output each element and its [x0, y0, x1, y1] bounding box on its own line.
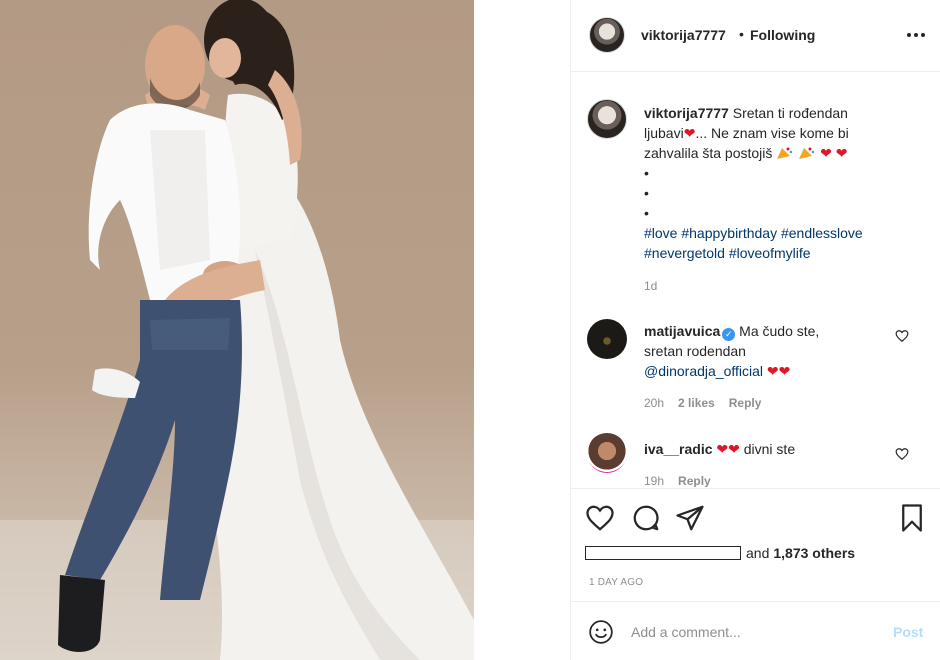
- likes-and-text: and: [746, 545, 770, 561]
- heart-emoji: ❤❤: [766, 363, 791, 379]
- post-side-panel: viktorija7777 • Following viktorija7777 …: [570, 0, 940, 660]
- comment-time[interactable]: 20h: [644, 396, 664, 410]
- emoji-smile-icon[interactable]: [588, 619, 614, 645]
- header-separator: •: [739, 26, 744, 42]
- comments-list[interactable]: viktorija7777 Sretan ti rođendan ljubavi…: [571, 73, 940, 487]
- caption-bullet: •: [644, 165, 649, 181]
- commenter-username[interactable]: iva__radic: [644, 441, 713, 457]
- author-username[interactable]: viktorija7777: [641, 27, 726, 43]
- comment-item: matijavuica ✓ Ma čudo ste, sretan rodenda…: [571, 319, 940, 419]
- heart-emoji: ❤: [835, 145, 848, 161]
- post-image[interactable]: [0, 0, 474, 660]
- comment-likes[interactable]: 2 likes: [678, 396, 715, 410]
- post-date[interactable]: 1 DAY AGO: [589, 577, 643, 588]
- caption-bullet: •: [644, 205, 649, 221]
- comment-mention[interactable]: @dinoradja_official: [644, 363, 763, 379]
- verified-badge-icon: ✓: [722, 328, 736, 341]
- heart-emoji: ❤: [820, 145, 832, 161]
- caption-line1: Sretan ti rođendan: [732, 105, 848, 121]
- post-header: viktorija7777 • Following: [571, 0, 940, 72]
- caption-line3: zahvalila šta postojiš: [644, 145, 773, 161]
- commenter-username[interactable]: matijavuica: [644, 323, 720, 339]
- add-comment-bar: Post: [571, 601, 940, 660]
- party-popper-icon: [777, 147, 793, 159]
- like-heart-icon[interactable]: [585, 503, 615, 533]
- caption-hashtags[interactable]: #nevergetold #loveofmylife: [644, 245, 811, 261]
- commenter-avatar[interactable]: [587, 319, 627, 359]
- caption-bullet: •: [644, 185, 649, 201]
- author-avatar[interactable]: [589, 17, 625, 53]
- caption-line2-after: ... Ne znam vise kome bi: [695, 125, 849, 141]
- comment-time[interactable]: 19h: [644, 474, 664, 487]
- post-comment-button[interactable]: Post: [893, 624, 923, 640]
- comment-text: sretan rodendan: [644, 343, 746, 359]
- caption-time[interactable]: 1d: [644, 279, 657, 293]
- comment-reply-button[interactable]: Reply: [678, 474, 711, 487]
- comment-like-heart-icon[interactable]: [895, 329, 909, 343]
- caption-username[interactable]: viktorija7777: [644, 105, 729, 121]
- heart-emoji: ❤: [683, 125, 696, 141]
- add-comment-input[interactable]: [631, 621, 881, 643]
- likes-count[interactable]: 1,873 others: [773, 545, 855, 561]
- comment-bubble-icon[interactable]: [631, 503, 661, 533]
- caption-line2: ljubavi: [644, 125, 684, 141]
- caption-hashtags[interactable]: #love #happybirthday #endlesslove: [644, 225, 863, 241]
- caption-text: viktorija7777 Sretan ti rođendan ljubavi…: [644, 103, 904, 263]
- comment-item: iva__radic ❤❤ divni ste 19h Reply: [571, 433, 940, 487]
- comment-text: divni ste: [743, 441, 796, 457]
- caption-avatar[interactable]: [587, 99, 627, 139]
- comment-text: Ma čudo ste,: [739, 323, 820, 339]
- party-popper-icon: [799, 147, 815, 159]
- comment-body: iva__radic ❤❤ divni ste: [644, 439, 894, 459]
- likes-summary[interactable]: and 1,873 others: [585, 545, 855, 561]
- save-bookmark-icon[interactable]: [897, 503, 927, 533]
- post-actions: and 1,873 others 1 DAY AGO: [571, 488, 940, 600]
- post-photo-illustration: [0, 0, 474, 660]
- commenter-avatar[interactable]: [587, 433, 627, 473]
- comment-meta: 19h Reply: [644, 474, 711, 487]
- liked-by-redacted-box: [585, 546, 741, 560]
- following-button[interactable]: Following: [750, 27, 815, 43]
- comment-meta: 20h 2 likes Reply: [644, 396, 761, 410]
- more-options-icon[interactable]: [905, 24, 927, 46]
- comment-reply-button[interactable]: Reply: [729, 396, 762, 410]
- share-paper-plane-icon[interactable]: [675, 503, 705, 533]
- comment-like-heart-icon[interactable]: [895, 447, 909, 461]
- comment-body: matijavuica ✓ Ma čudo ste, sretan rodenda…: [644, 321, 894, 381]
- heart-emoji: ❤❤: [716, 441, 740, 457]
